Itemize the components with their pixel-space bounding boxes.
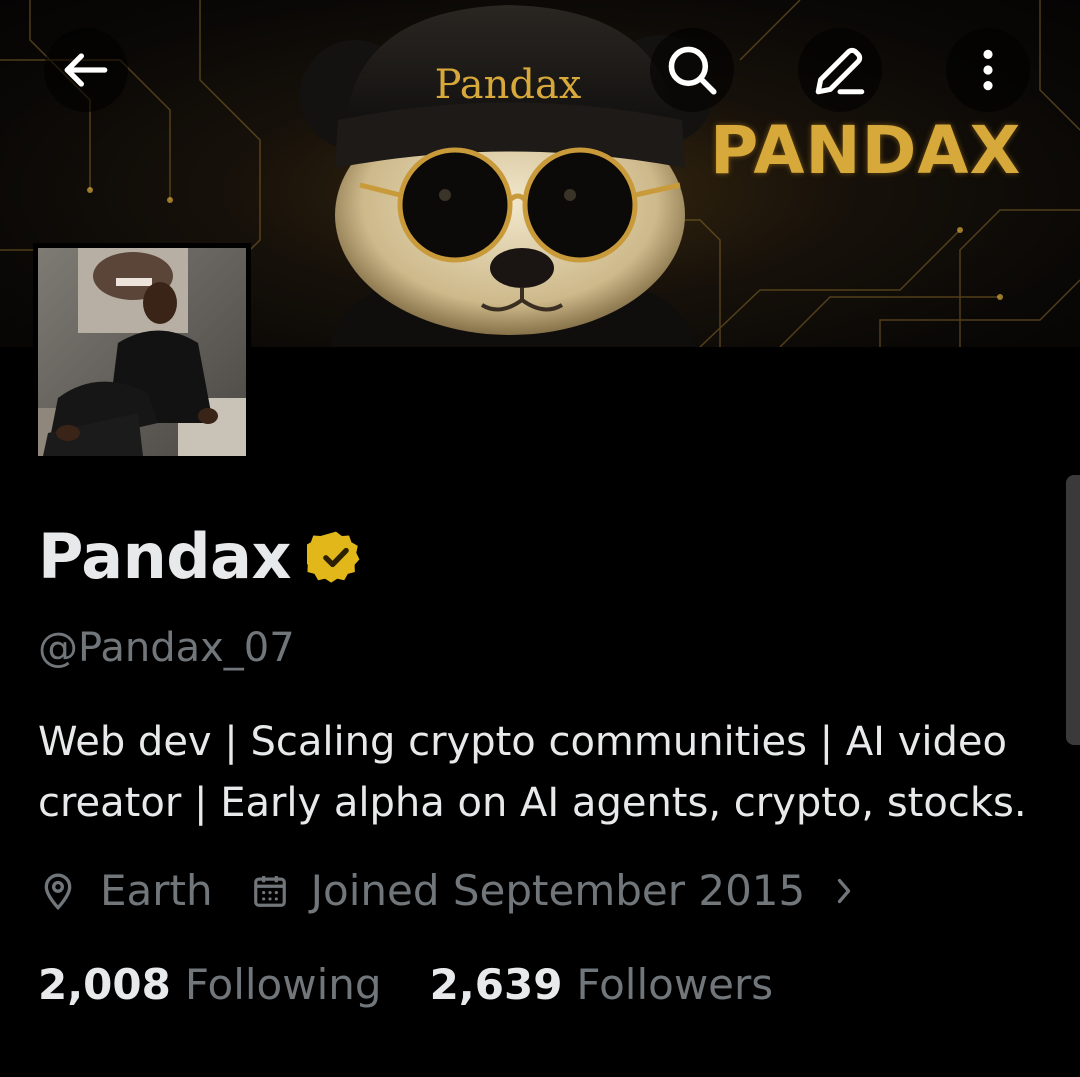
search-icon: [668, 46, 717, 95]
edit-button[interactable]: [798, 28, 882, 112]
name-row: Pandax: [38, 520, 365, 593]
pencil-icon: [815, 47, 865, 95]
joined-item[interactable]: Joined September 2015: [251, 866, 878, 915]
avatar-photo: [38, 248, 246, 456]
banner-brand-text: PANDAX: [710, 112, 1022, 189]
more-vertical-icon: [983, 49, 993, 91]
location-pin-icon: [44, 873, 72, 910]
scrollbar-thumb[interactable]: [1066, 475, 1080, 745]
hat-text: Pandax: [435, 62, 582, 108]
chevron-right-icon[interactable]: [833, 873, 855, 909]
location-item: Earth: [38, 866, 213, 915]
following-count: 2,008: [38, 960, 171, 1009]
profile-meta-row: Earth Joined September 2015: [38, 866, 877, 915]
arrow-left-icon: [64, 53, 108, 87]
location-text: Earth: [100, 866, 213, 915]
verified-badge-icon[interactable]: [306, 528, 365, 586]
bio: Web dev | Scaling crypto communities | A…: [38, 719, 1027, 826]
followers-count: 2,639: [429, 960, 563, 1009]
follow-stats-row: 2,008 Following 2,639 Followers: [38, 960, 773, 1009]
followers-label: Followers: [576, 960, 774, 1009]
search-button[interactable]: [650, 28, 734, 112]
joined-text: Joined September 2015: [310, 866, 806, 915]
following-label: Following: [184, 960, 382, 1009]
more-options-button[interactable]: [946, 28, 1030, 112]
following-link[interactable]: 2,008 Following: [38, 960, 382, 1009]
profile-avatar[interactable]: [33, 243, 251, 461]
followers-link[interactable]: 2,639 Followers: [430, 960, 774, 1009]
display-name: Pandax: [38, 520, 291, 593]
handle: @Pandax_07: [38, 625, 295, 671]
calendar-icon: [253, 875, 286, 907]
back-button[interactable]: [44, 28, 128, 112]
